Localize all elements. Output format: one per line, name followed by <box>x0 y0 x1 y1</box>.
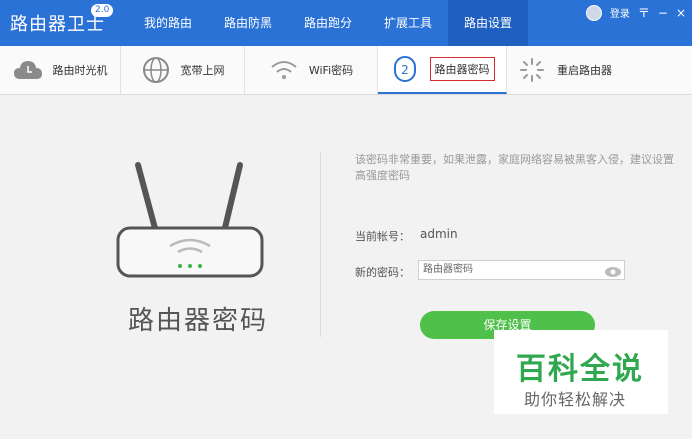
nav-router-benchmark[interactable]: 路由跑分 <box>288 0 368 46</box>
password-icon: 2 <box>390 54 420 84</box>
watermark: 百科全说 助你轻松解决 <box>494 330 668 414</box>
nav-extension-tools[interactable]: 扩展工具 <box>368 0 448 46</box>
eye-icon[interactable] <box>604 263 622 282</box>
subnav-label: WiFi密码 <box>308 64 354 77</box>
router-illustration <box>108 160 268 294</box>
nav-router-protection[interactable]: 路由防黑 <box>208 0 288 46</box>
login-link[interactable]: 登录 <box>610 5 630 20</box>
password-label: 新的密码： <box>355 266 410 279</box>
password-field[interactable]: 路由器密码 <box>418 260 625 280</box>
cloud-icon <box>13 55 43 85</box>
top-bar: 路由器卫士 2.0 我的路由 路由防黑 路由跑分 扩展工具 路由设置 登录 〒 … <box>0 0 692 46</box>
nav-router-settings[interactable]: 路由设置 <box>448 0 528 46</box>
watermark-text: 百科全说 <box>516 352 644 387</box>
subnav-broadband[interactable]: 宽带上网 <box>121 46 245 94</box>
page-title: 路由器密码 <box>128 306 269 336</box>
nav-my-router[interactable]: 我的路由 <box>128 0 208 46</box>
password-notice: 该密码非常重要，如果泄露，家庭网络容易被黑客入侵，建议设置高强度密码 <box>355 153 674 182</box>
restart-icon <box>517 55 547 85</box>
subnav-restart-router[interactable]: 重启路由器 <box>507 46 622 94</box>
svg-text:2: 2 <box>401 63 409 77</box>
account-value: admin <box>420 227 458 241</box>
main-nav: 我的路由 路由防黑 路由跑分 扩展工具 路由设置 <box>128 0 528 46</box>
minimize-button[interactable]: − <box>658 6 668 20</box>
divider <box>320 152 321 337</box>
window-controls: 登录 〒 − × <box>585 4 686 21</box>
watermark-subtext: 助你轻松解决 <box>524 390 627 409</box>
version-badge: 2.0 <box>91 4 114 17</box>
globe-icon <box>141 55 171 85</box>
close-button[interactable]: × <box>676 6 686 20</box>
subnav-label: 宽带上网 <box>180 64 225 77</box>
subnav-router-password[interactable]: 2 路由器密码 <box>378 46 507 94</box>
subnav-label: 重启路由器 <box>557 64 612 77</box>
wifi-icon <box>269 55 299 85</box>
account-label: 当前帐号： <box>355 230 410 243</box>
subnav-label: 路由时光机 <box>52 64 108 77</box>
sub-toolbar: 路由时光机 宽带上网 WiFi密码 2 路由器密码 重启路由器 <box>0 46 692 95</box>
avatar[interactable] <box>585 4 602 21</box>
subnav-wifi-password[interactable]: WiFi密码 <box>245 46 378 94</box>
subnav-time-machine[interactable]: 路由时光机 <box>0 46 121 94</box>
menu-icon[interactable]: 〒 <box>638 4 650 21</box>
subnav-label: 路由器密码 <box>429 57 495 81</box>
app-title: 路由器卫士 <box>10 14 105 35</box>
